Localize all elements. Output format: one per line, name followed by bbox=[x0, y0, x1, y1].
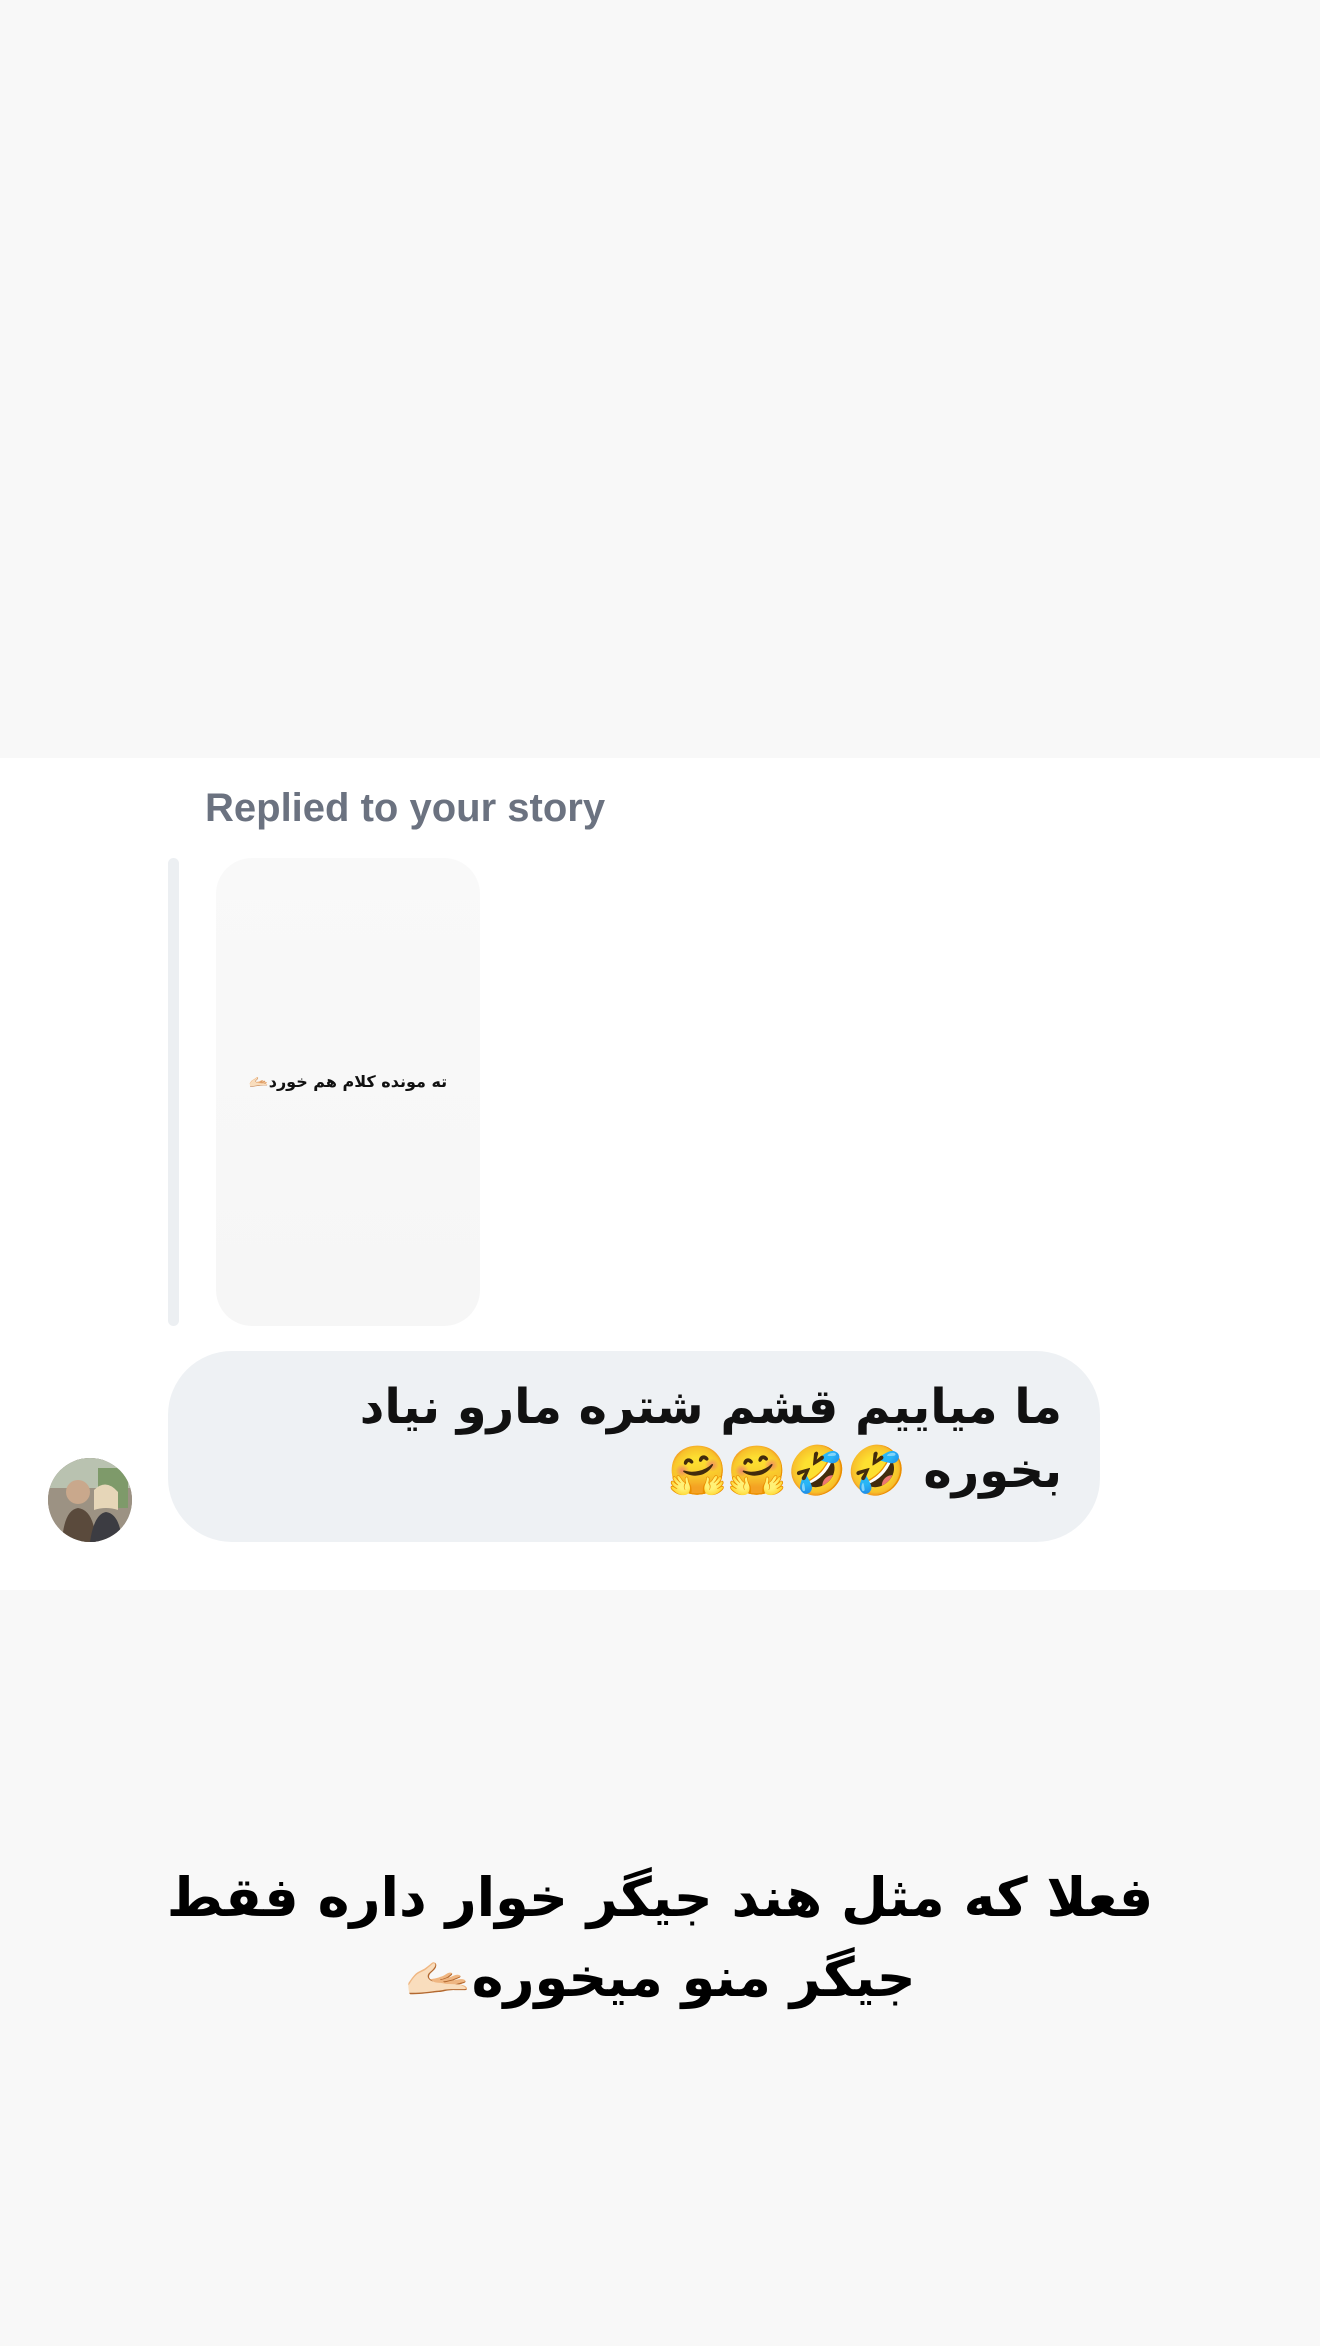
message-bubble[interactable]: ما میاییم قشم شتره مارو نیاد بخوره 🤣🤣🤗🤗 bbox=[168, 1351, 1100, 1542]
story-thumbnail[interactable]: ته مونده کلام هم خورد🫴🏻 bbox=[216, 858, 480, 1326]
sender-avatar[interactable] bbox=[48, 1458, 132, 1542]
story-backdrop-top bbox=[0, 0, 1320, 758]
avatar-photo-icon bbox=[48, 1458, 132, 1542]
message-text: ما میاییم قشم شتره مارو نیاد بخوره 🤣🤣🤗🤗 bbox=[359, 1379, 1062, 1499]
story-thumbnail-text: ته مونده کلام هم خورد🫴🏻 bbox=[248, 1072, 448, 1091]
story-caption: فعلا که مثل هند جیگر خوار داره فقط جیگر … bbox=[166, 1866, 1154, 2009]
replied-to-story-label: Replied to your story bbox=[205, 786, 606, 830]
quote-bar bbox=[168, 858, 179, 1326]
